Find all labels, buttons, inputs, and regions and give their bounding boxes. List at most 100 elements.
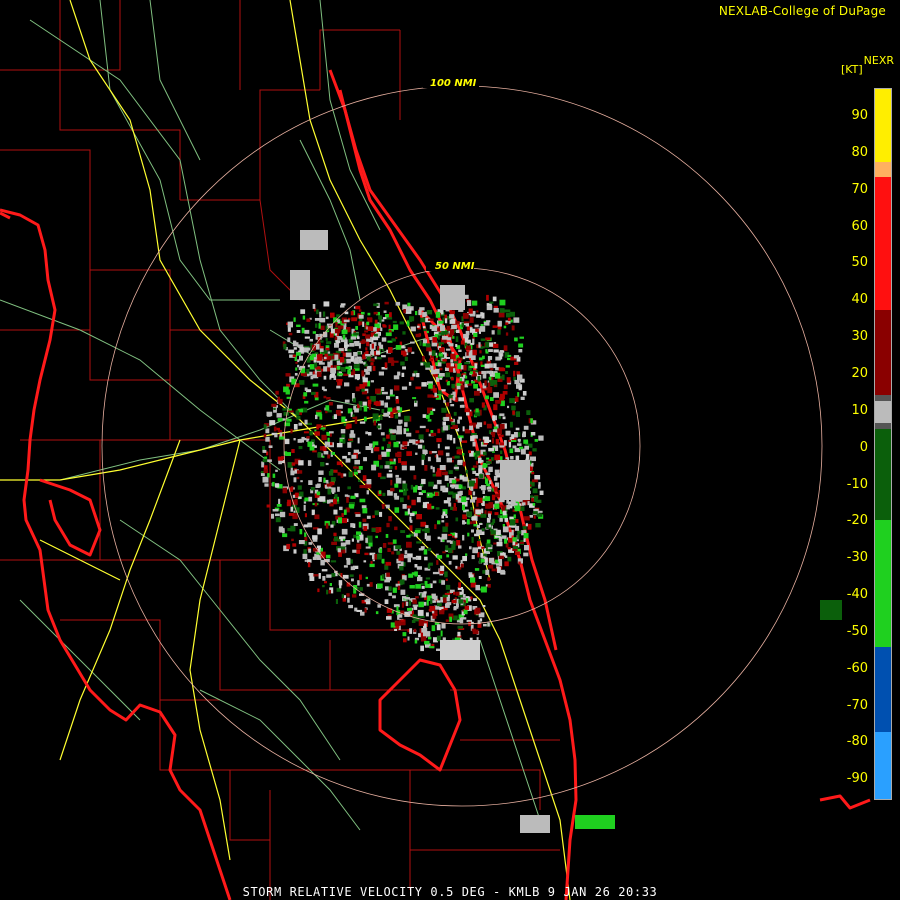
echo-cell — [375, 401, 381, 407]
echo-cell — [509, 448, 514, 454]
echo-cell — [456, 373, 461, 377]
echo-cell — [415, 386, 422, 390]
echo-cell — [357, 580, 360, 586]
echo-cell — [481, 528, 485, 531]
echo-cell — [522, 433, 525, 438]
echo-cell — [523, 533, 529, 539]
echo-cell — [293, 549, 297, 554]
echo-cell — [415, 596, 419, 599]
echo-cell — [363, 362, 366, 365]
echo-cell — [499, 353, 503, 360]
echo-cell — [486, 294, 489, 301]
echo-cell — [485, 478, 489, 484]
echo-cell — [505, 322, 509, 325]
echo-cell — [487, 584, 491, 588]
echo-cell — [438, 353, 443, 357]
echo-cell — [457, 448, 462, 452]
echo-cell — [366, 515, 371, 519]
echo-cell — [470, 507, 473, 511]
echo-cell — [309, 364, 315, 370]
echo-cell — [480, 513, 487, 518]
echo-cell — [400, 589, 406, 595]
echo-cell — [402, 331, 406, 335]
echo-cell — [282, 408, 288, 411]
echo-cell — [292, 342, 299, 347]
echo-cell — [412, 397, 417, 400]
echo-cell — [413, 475, 417, 480]
echo-cell — [512, 541, 516, 546]
echo-cell — [489, 301, 494, 304]
echo-cell — [328, 589, 331, 594]
echo-cell — [506, 377, 511, 383]
echo-cell — [488, 447, 494, 452]
echo-cell — [482, 570, 486, 574]
echo-cell — [505, 332, 509, 336]
echo-cell — [341, 517, 348, 524]
echo-cell — [344, 323, 347, 327]
echo-cell — [331, 573, 336, 577]
echo-cell — [418, 309, 422, 316]
echo-cell — [409, 600, 412, 606]
echo-cell — [518, 349, 523, 353]
echo-cell — [424, 528, 430, 533]
echo-cell — [381, 559, 384, 563]
echo-cell — [309, 446, 315, 451]
echo-cell — [445, 545, 449, 551]
echo-cell — [316, 491, 321, 496]
echo-cell — [359, 587, 363, 591]
echo-cell — [393, 375, 400, 380]
echo-cell — [427, 547, 432, 551]
echo-cell — [317, 588, 320, 593]
echo-cell — [381, 355, 386, 358]
echo-cell — [437, 602, 442, 607]
echo-cell — [462, 461, 466, 467]
echo-cell — [434, 610, 438, 614]
echo-cell — [336, 340, 341, 344]
echo-cell — [354, 512, 361, 515]
echo-cell — [519, 336, 524, 339]
echo-cell — [496, 541, 503, 547]
echo-cell — [445, 578, 448, 581]
echo-cell — [333, 509, 338, 515]
echo-cell — [486, 461, 492, 464]
echo-cell — [337, 472, 341, 476]
echo-cell — [471, 355, 476, 360]
echo-cell — [508, 439, 511, 442]
echo-cell — [388, 324, 391, 330]
echo-cell — [335, 322, 338, 328]
echo-cell — [439, 377, 443, 380]
echo-cell — [353, 359, 358, 364]
echo-cell — [502, 510, 507, 516]
echo-cell — [382, 543, 387, 548]
echo-cell — [340, 542, 347, 547]
colorbar-tick-label: 70 — [851, 181, 868, 197]
echo-cell — [489, 397, 494, 401]
echo-cell — [413, 606, 418, 610]
echo-cell — [484, 363, 490, 369]
echo-cell — [427, 456, 431, 462]
echo-cell — [343, 565, 348, 568]
echo-cell — [468, 308, 473, 314]
echo-cell — [475, 607, 481, 614]
echo-cell — [470, 499, 476, 503]
echo-cell — [447, 534, 452, 536]
echo-cell — [400, 561, 404, 567]
echo-cell — [492, 325, 498, 328]
echo-cell — [497, 329, 501, 335]
colorbar-segment — [875, 161, 891, 177]
echo-cell — [323, 375, 327, 380]
echo-cell — [349, 574, 354, 577]
echo-cell — [356, 535, 360, 540]
echo-cell — [453, 591, 456, 595]
echo-cell — [351, 578, 354, 582]
echo-cell — [282, 487, 288, 494]
echo-cell — [344, 399, 350, 403]
range-ring-50-label: 50 NMI — [435, 261, 475, 272]
echo-cell — [492, 415, 495, 422]
echo-cell — [508, 441, 512, 448]
echo-cell — [483, 563, 488, 566]
echo-cell — [317, 371, 322, 377]
echo-cell — [317, 356, 323, 361]
echo-cell — [338, 348, 344, 352]
echo-cell — [446, 325, 451, 331]
